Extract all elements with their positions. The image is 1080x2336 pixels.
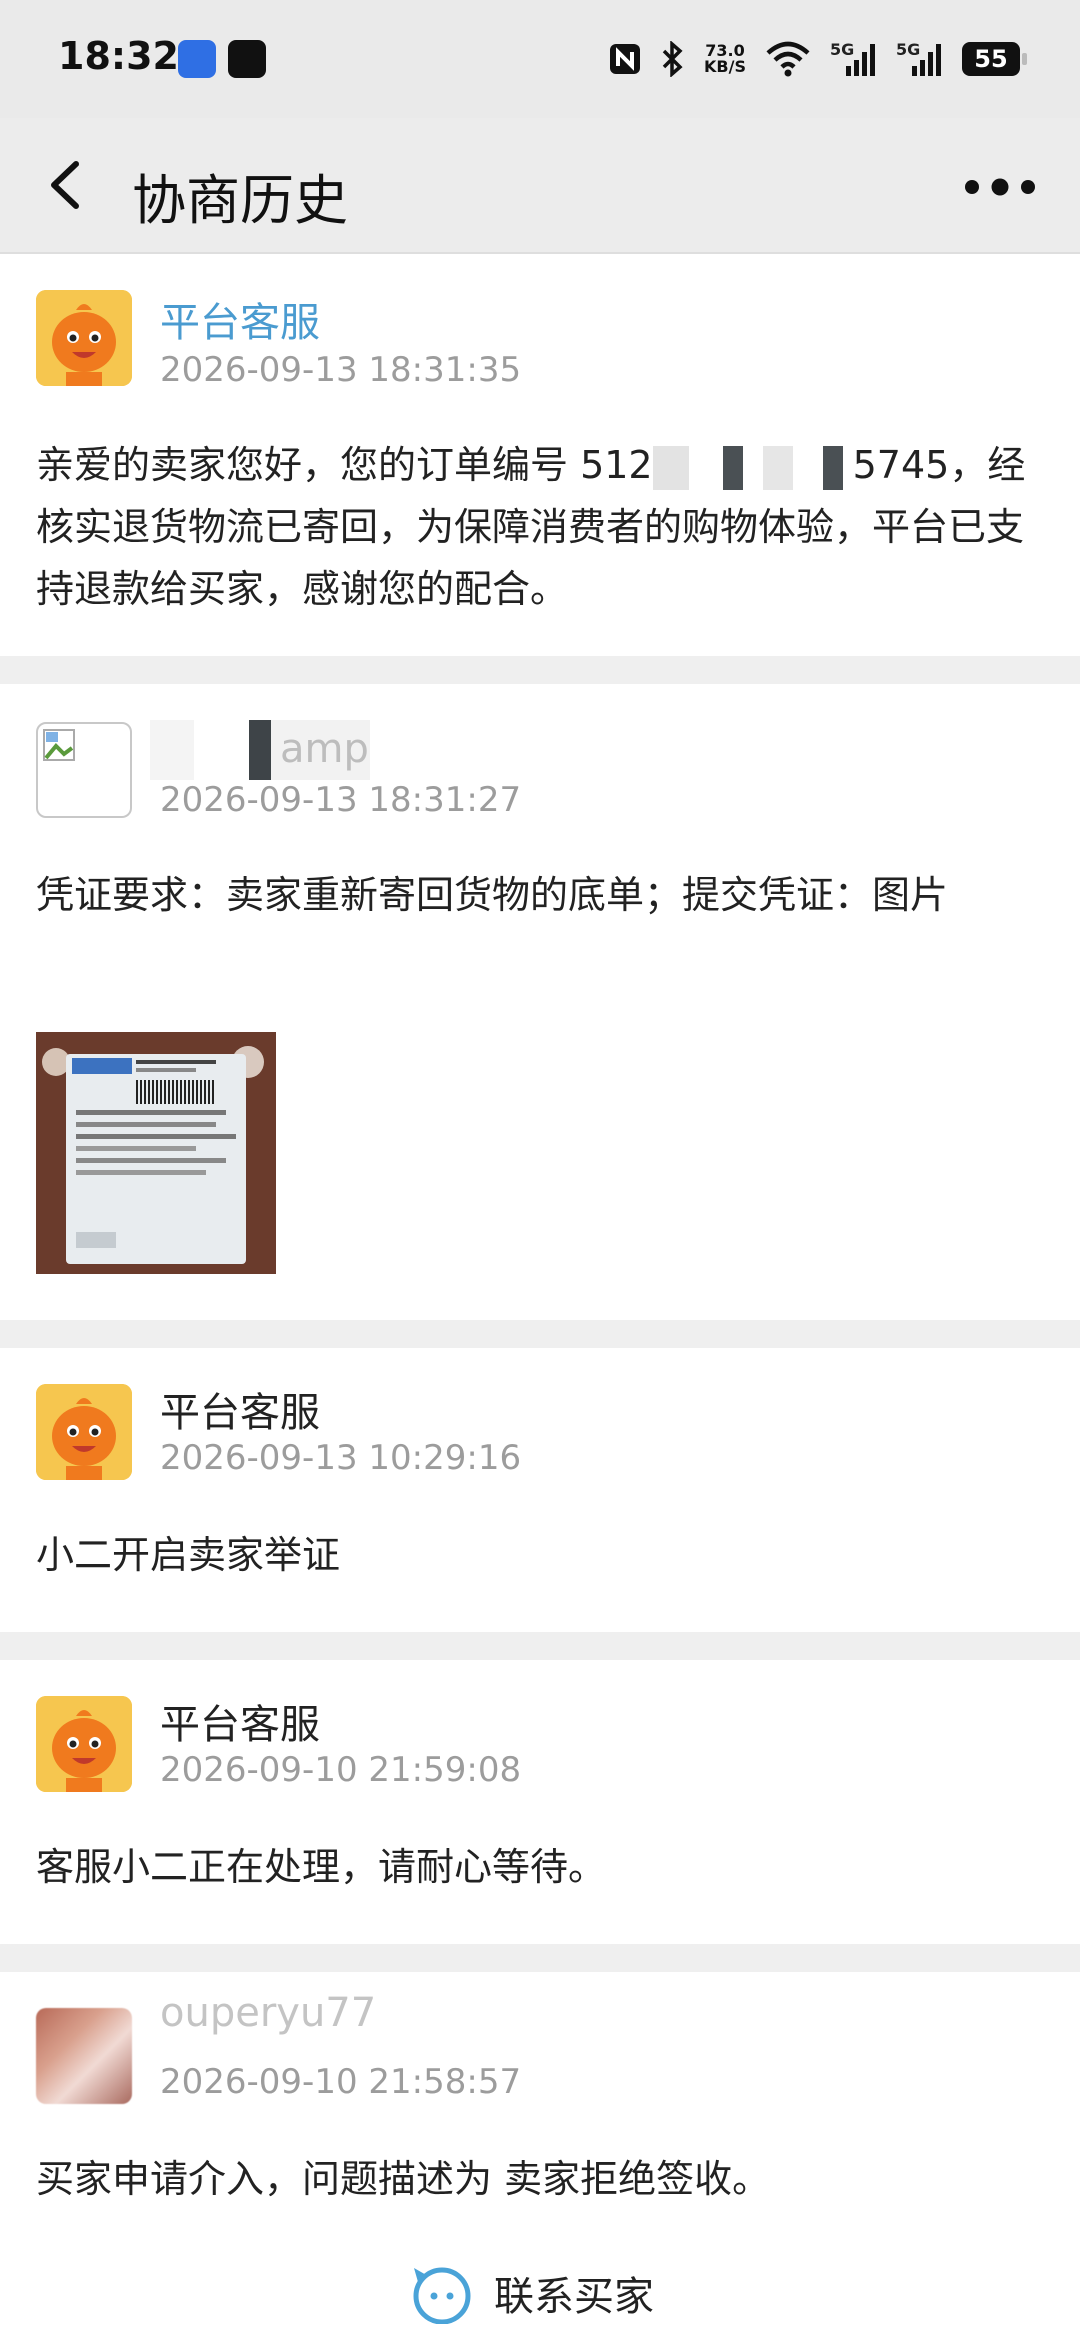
shipping-label-photo [36, 1032, 276, 1274]
buyer-avatar [36, 2008, 132, 2104]
message-text: 客服小二正在处理，请耐心等待。 [36, 1845, 607, 1889]
timestamp: 2026-09-13 10:29:16 [160, 1438, 522, 1478]
signal-1: 5G [830, 40, 878, 78]
status-icons: 73.0 KB/S 5G 5G 55 [608, 36, 1027, 82]
message-text: 亲爱的卖家您好，您的订单编号 512 5745，经核实退货物流已寄回，为保障消费者… [36, 434, 1046, 620]
history-record: 平台客服 2026-09-13 18:31:35 亲爱的卖家您好，您的订单编号 … [0, 254, 1080, 656]
redacted-block [652, 445, 853, 490]
network-speed: 73.0 KB/S [704, 43, 746, 75]
wifi-icon [766, 41, 810, 77]
status-time: 18:32 [58, 34, 179, 78]
app-shield-icon [178, 40, 216, 78]
message-text: 买家申请介入，问题描述为 卖家拒绝签收。 [36, 2157, 771, 2201]
evidence-photo[interactable] [36, 1032, 276, 1274]
message-part1: 亲爱的卖家您好，您的订单编号 512 [36, 443, 653, 487]
timestamp: 2026-09-10 21:59:08 [160, 1750, 522, 1790]
status-bar: 18:32 73.0 KB/S 5G 5G 55 [0, 0, 1080, 118]
sender-name: 平台客服 [160, 1390, 320, 1436]
platform-service-avatar [36, 1696, 132, 1792]
history-record: 平台客服 2026-09-13 10:29:16 小二开启卖家举证 [0, 1348, 1080, 1632]
image-placeholder-avatar [36, 722, 132, 818]
chat-mascot-icon [413, 2267, 471, 2324]
back-icon[interactable] [44, 158, 84, 212]
tiktok-icon [228, 40, 266, 78]
timestamp: 2026-09-13 18:31:35 [160, 350, 522, 390]
contact-buyer-label: 联系买家 [494, 2274, 654, 2320]
mascot-icon [36, 1384, 132, 1480]
network-speed-unit: KB/S [704, 57, 746, 76]
contact-buyer-button[interactable]: 联系买家 [410, 2262, 654, 2324]
broken-image-icon [43, 729, 75, 761]
history-record: 平台客服 2026-09-10 21:59:08 客服小二正在处理，请耐心等待。 [0, 1660, 1080, 1944]
more-options-icon[interactable] [962, 176, 1038, 198]
message-text: 小二开启卖家举证 [36, 1533, 341, 1577]
signal-icon [912, 44, 941, 76]
sender-name: 平台客服 [160, 300, 320, 346]
timestamp: 2026-09-10 21:58:57 [160, 2062, 522, 2102]
platform-service-avatar [36, 1384, 132, 1480]
page-title: 协商历史 [132, 169, 348, 232]
nfc-icon [610, 44, 641, 74]
sender-name: ouperyu77 [160, 1990, 377, 2036]
mascot-icon [36, 1696, 132, 1792]
message-text: 凭证要求：卖家重新寄回货物的底单；提交凭证：图片 [36, 873, 949, 917]
bluetooth-icon [662, 41, 683, 77]
mascot-icon [36, 290, 132, 386]
history-record: amp 2026-09-13 18:31:27 凭证要求：卖家重新寄回货物的底单… [0, 684, 1080, 1320]
sender-name: amp [280, 726, 369, 772]
timestamp: 2026-09-13 18:31:27 [160, 780, 522, 820]
platform-service-avatar [36, 290, 132, 386]
sender-name: 平台客服 [160, 1702, 320, 1748]
battery-indicator: 55 [962, 42, 1027, 76]
navigation-bar: 协商历史 [0, 118, 1080, 254]
signal-2: 5G [896, 40, 944, 78]
signal-icon [846, 44, 875, 76]
